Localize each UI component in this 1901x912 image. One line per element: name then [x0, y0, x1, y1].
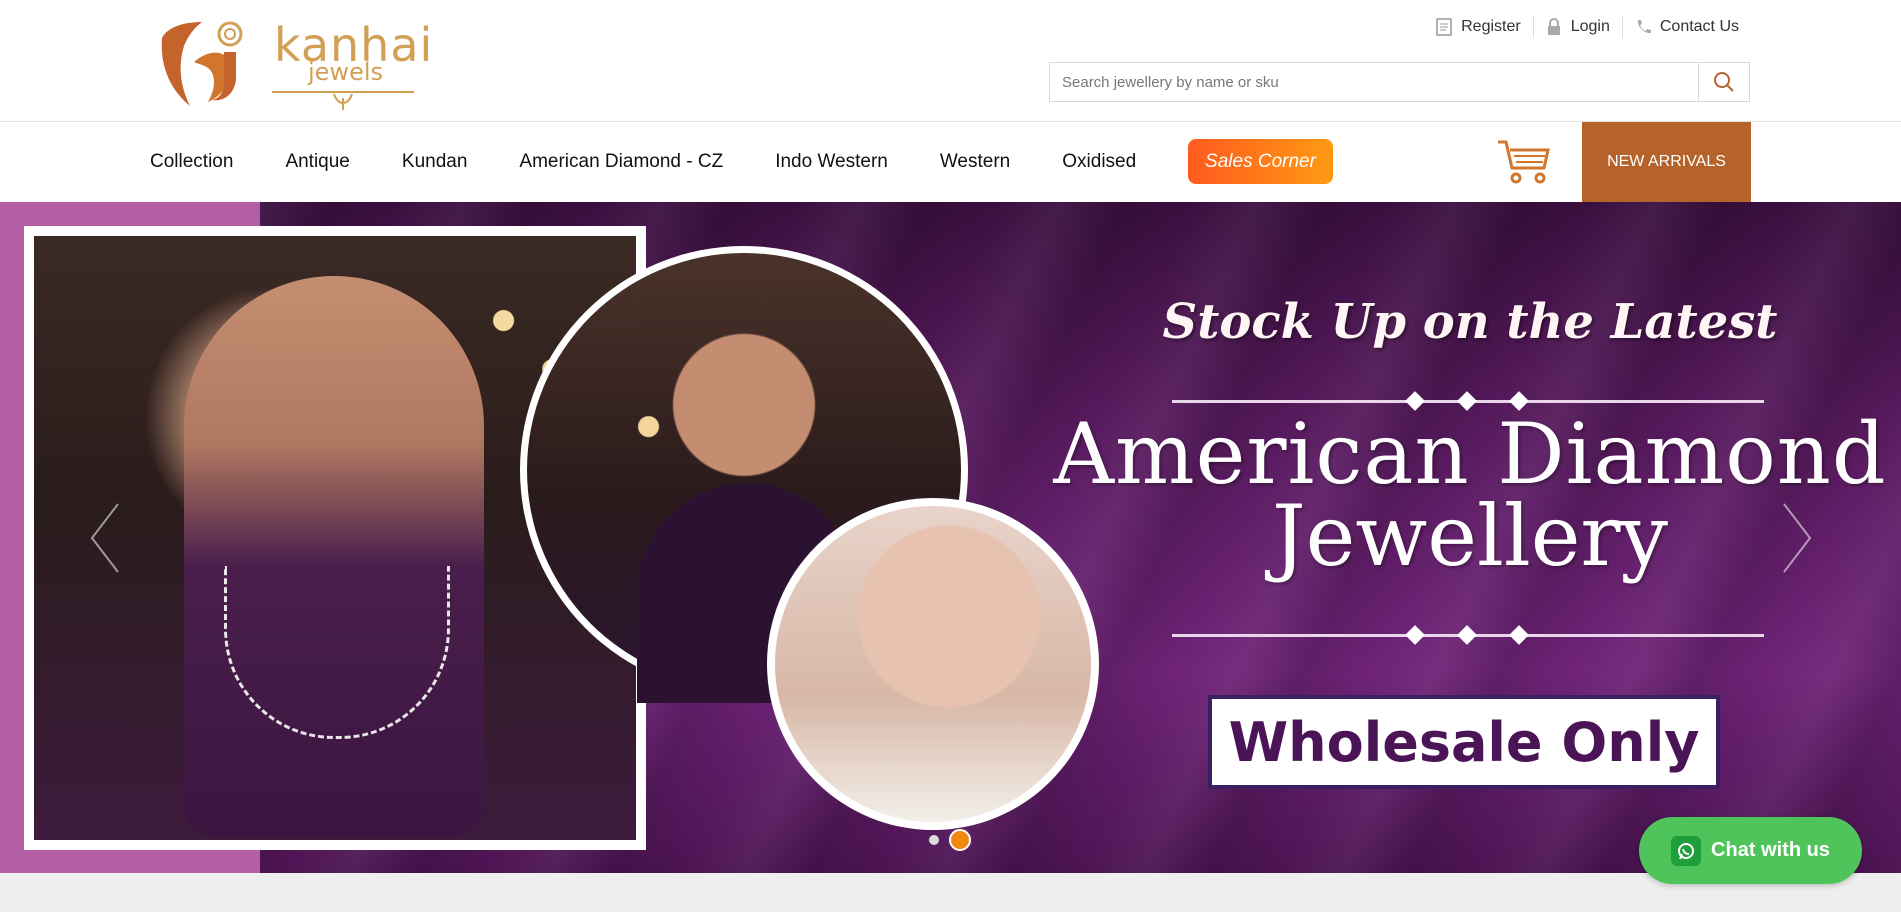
new-arrivals-button[interactable]: NEW ARRIVALS [1582, 122, 1751, 202]
logo-subtitle: jewels [308, 58, 383, 86]
hero-title-line1: American Diamond [1053, 405, 1887, 503]
main-nav: Collection Antique Kundan American Diamo… [0, 122, 1901, 202]
nav-item-american-diamond[interactable]: American Diamond - CZ [519, 151, 723, 173]
login-link[interactable]: Login [1532, 16, 1622, 38]
nav-item-kundan[interactable]: Kundan [402, 151, 468, 173]
search-button[interactable] [1698, 63, 1749, 101]
carousel-dot-1[interactable] [929, 835, 939, 845]
carousel-next-button[interactable] [1776, 500, 1816, 576]
hero-banner[interactable]: Stock Up on the Latest American Diamond … [0, 202, 1901, 873]
top-links: Register Login Contact Us [1424, 16, 1751, 38]
nav-item-indo-western[interactable]: Indo Western [775, 151, 888, 173]
wholesale-badge: Wholesale Only [1208, 695, 1720, 789]
ornament-divider-top [1172, 391, 1764, 411]
carousel-dots [929, 829, 971, 851]
whatsapp-icon [1671, 835, 1702, 866]
chevron-left-icon [90, 503, 119, 573]
hero-headline: Stock Up on the Latest [1162, 294, 1778, 350]
cart-icon [1498, 140, 1550, 184]
register-label: Register [1461, 18, 1521, 35]
nav-item-antique[interactable]: Antique [285, 151, 349, 173]
chevron-right-icon [1783, 503, 1812, 573]
contact-label: Contact Us [1659, 18, 1739, 35]
kj-logo-mark [161, 21, 243, 106]
logo[interactable]: kanhai jewels [150, 8, 432, 114]
nav-item-oxidised[interactable]: Oxidised [1062, 151, 1136, 173]
contact-link[interactable]: Contact Us [1621, 16, 1751, 38]
search-input[interactable] [1050, 63, 1698, 101]
ornament-divider-bottom [1172, 625, 1764, 645]
search-bar [1049, 62, 1750, 102]
lock-icon [1547, 18, 1560, 35]
carousel-dot-2[interactable] [949, 829, 971, 851]
nav-item-western[interactable]: Western [940, 151, 1010, 173]
chat-label: Chat with us [1711, 839, 1830, 861]
nav-items: Collection Antique Kundan American Diamo… [150, 122, 1136, 202]
search-icon [1714, 72, 1734, 92]
chat-button[interactable]: Chat with us [1639, 817, 1862, 884]
cart-button[interactable] [1496, 138, 1552, 186]
hero-text: Stock Up on the Latest American Diamond … [1040, 202, 1900, 873]
logo-ornament [272, 91, 414, 110]
sales-corner-button[interactable]: Sales Corner [1188, 139, 1333, 184]
below-fold-section [0, 873, 1901, 912]
model-figure [184, 276, 484, 836]
site-header: kanhai jewels Register Login Contact Us [0, 0, 1901, 122]
phone-icon [1637, 20, 1651, 34]
nav-item-collection[interactable]: Collection [150, 151, 233, 173]
register-icon [1436, 18, 1452, 36]
carousel-prev-button[interactable] [86, 500, 126, 576]
register-link[interactable]: Register [1424, 16, 1533, 38]
hero-title-line2: Jewellery [1271, 487, 1669, 585]
login-label: Login [1570, 18, 1610, 35]
